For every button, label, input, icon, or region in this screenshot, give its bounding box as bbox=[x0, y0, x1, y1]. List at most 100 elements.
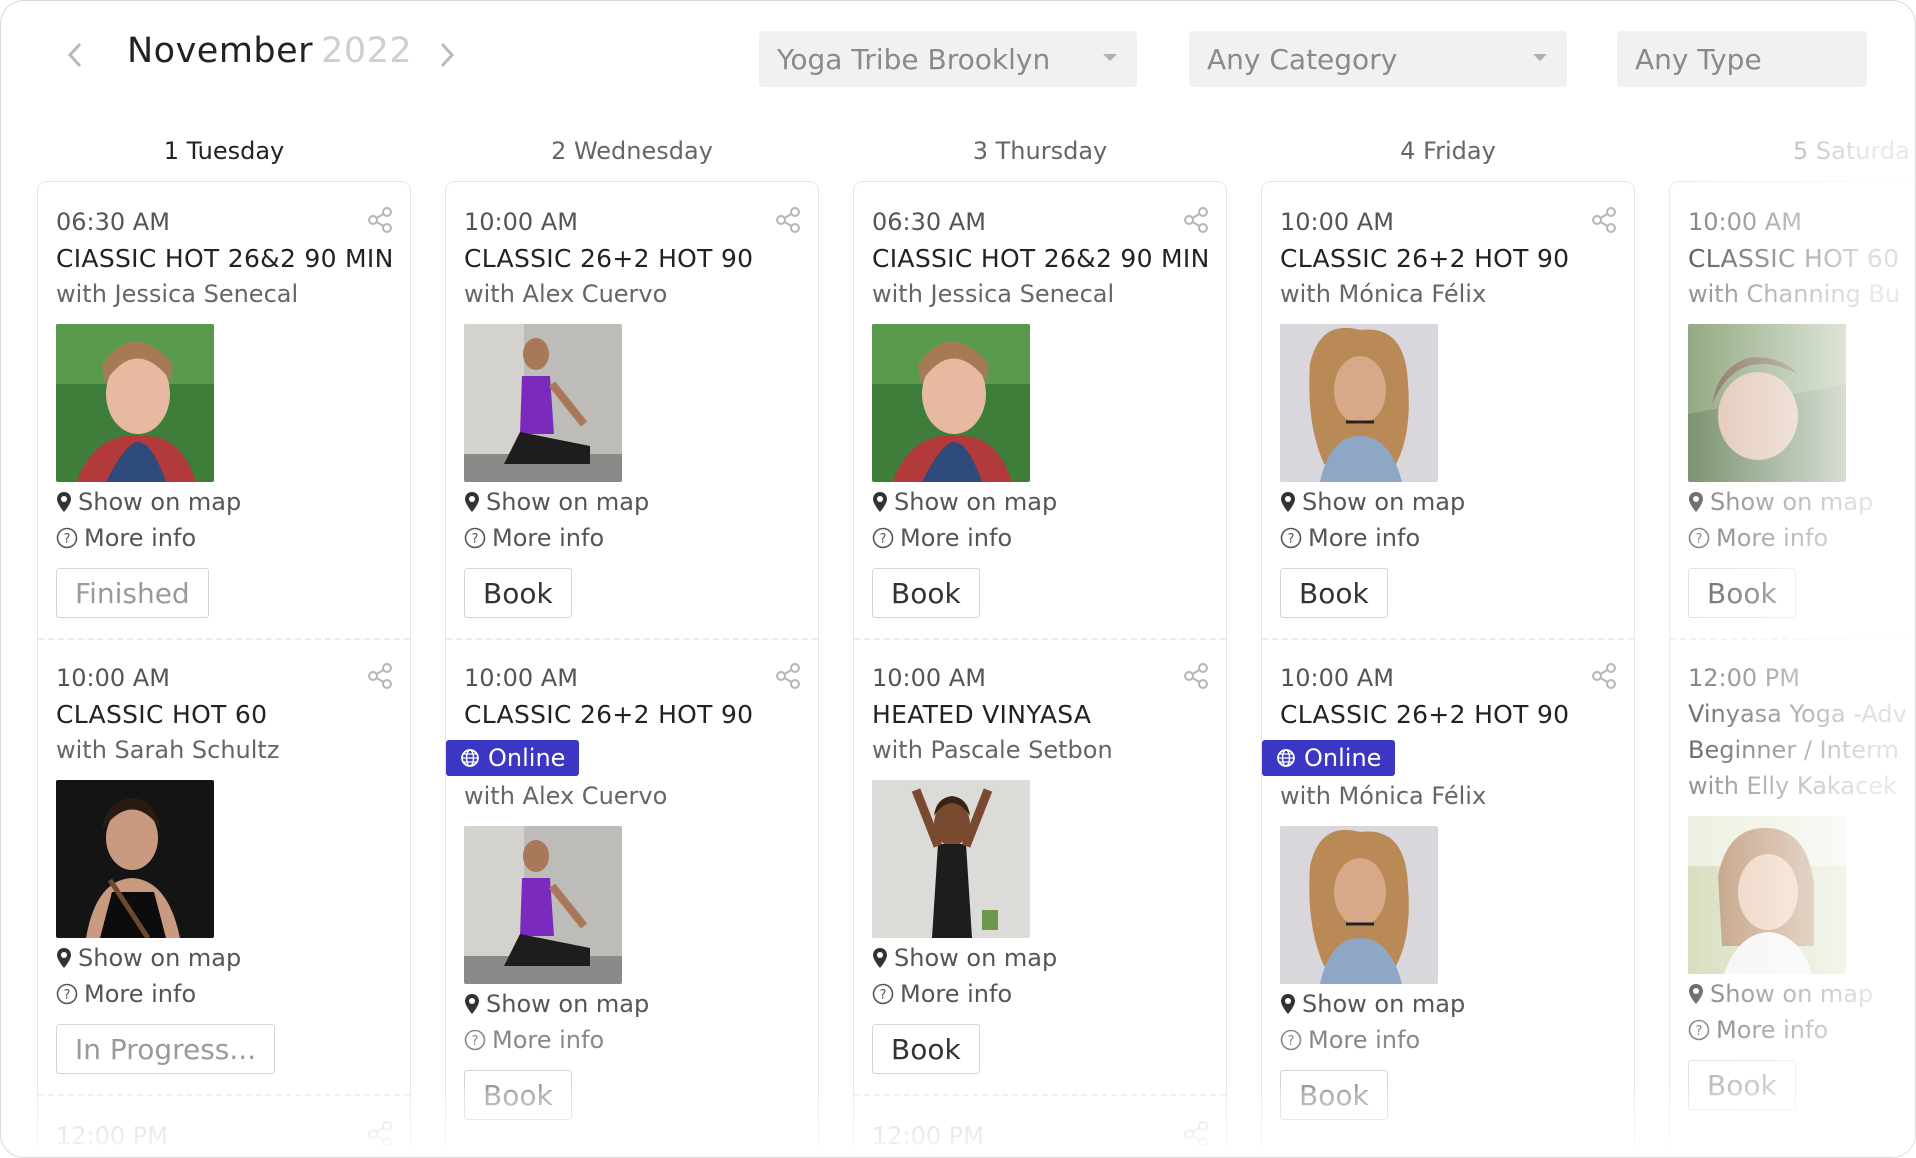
more-info-link[interactable]: ? More info bbox=[56, 980, 196, 1008]
class-title[interactable]: CLASSIC 26+2 HOT 90 bbox=[1280, 244, 1569, 273]
book-button[interactable]: Book bbox=[1280, 1070, 1388, 1120]
class-title[interactable]: CLASSIC 26+2 HOT 90 bbox=[464, 244, 753, 273]
teacher-name[interactable]: with Channing Bu bbox=[1688, 280, 1900, 308]
share-icon[interactable] bbox=[1182, 206, 1210, 234]
share-icon[interactable] bbox=[1590, 662, 1618, 690]
class-title[interactable]: CLASSIC HOT 60 bbox=[1688, 244, 1899, 273]
teacher-name[interactable]: with Alex Cuervo bbox=[464, 782, 667, 810]
class-time: 10:00 AM bbox=[1688, 208, 1802, 236]
share-icon[interactable] bbox=[1182, 662, 1210, 690]
class-title[interactable]: CIASSIC HOT 26&2 90 MIN bbox=[872, 244, 1210, 273]
share-icon[interactable] bbox=[774, 206, 802, 234]
card-divider bbox=[854, 638, 1226, 640]
more-info-label: More info bbox=[1716, 1016, 1829, 1044]
category-select[interactable]: Any Category bbox=[1189, 31, 1567, 87]
teacher-name[interactable]: with Elly Kakacek bbox=[1688, 772, 1897, 800]
chevron-left-icon[interactable] bbox=[55, 33, 95, 77]
location-select[interactable]: Yoga Tribe Brooklyn bbox=[759, 31, 1137, 87]
show-on-map-link[interactable]: Show on map bbox=[872, 944, 1057, 972]
map-pin-icon bbox=[1689, 984, 1703, 1004]
more-info-link[interactable]: ? More info bbox=[1688, 524, 1828, 552]
more-info-link[interactable]: ? More info bbox=[464, 524, 604, 552]
book-button[interactable]: Book bbox=[1280, 568, 1388, 618]
book-button[interactable]: Book bbox=[872, 568, 980, 618]
finished-button: Finished bbox=[56, 568, 209, 618]
month-label: November bbox=[127, 31, 314, 71]
class-time: 06:30 AM bbox=[872, 208, 986, 236]
book-button[interactable]: Book bbox=[1688, 1060, 1796, 1110]
globe-icon bbox=[1277, 749, 1295, 767]
card-divider bbox=[1262, 638, 1634, 640]
teacher-photo bbox=[1688, 324, 1846, 482]
svg-text:?: ? bbox=[64, 988, 71, 1003]
book-button[interactable]: Book bbox=[872, 1024, 980, 1074]
teacher-name[interactable]: with Mónica Félix bbox=[1280, 280, 1486, 308]
more-info-link[interactable]: ? More info bbox=[464, 1026, 604, 1054]
show-on-map-link[interactable]: Show on map bbox=[872, 488, 1057, 516]
map-pin-icon bbox=[57, 492, 71, 512]
class-title-line[interactable]: Vinyasa Yoga -Adv bbox=[1688, 700, 1907, 728]
show-on-map-link[interactable]: Show on map bbox=[1280, 488, 1465, 516]
class-title[interactable]: CIASSIC HOT 26&2 90 MIN bbox=[56, 244, 394, 273]
class-time: 10:00 AM bbox=[464, 208, 578, 236]
teacher-name[interactable]: with Mónica Félix bbox=[1280, 782, 1486, 810]
more-info-link[interactable]: ? More info bbox=[1688, 1016, 1828, 1044]
teacher-name[interactable]: with Pascale Setbon bbox=[872, 736, 1113, 764]
year-label: 2022 bbox=[321, 31, 413, 71]
map-pin-icon bbox=[465, 492, 479, 512]
more-info-link[interactable]: ? More info bbox=[1280, 524, 1420, 552]
type-select[interactable]: Any Type bbox=[1617, 31, 1867, 87]
svg-text:?: ? bbox=[880, 988, 887, 1003]
class-title[interactable]: HEATED VINYASA bbox=[872, 700, 1091, 729]
day-header: 2 Wednesday bbox=[551, 137, 713, 165]
show-on-map-label: Show on map bbox=[894, 944, 1058, 972]
more-info-link[interactable]: ? More info bbox=[1280, 1026, 1420, 1054]
teacher-name[interactable]: with Sarah Schultz bbox=[56, 736, 279, 764]
show-on-map-label: Show on map bbox=[486, 488, 650, 516]
share-icon[interactable] bbox=[1182, 1120, 1210, 1148]
question-circle-icon: ? bbox=[872, 527, 894, 549]
map-pin-icon bbox=[873, 492, 887, 512]
show-on-map-label: Show on map bbox=[486, 990, 650, 1018]
share-icon[interactable] bbox=[366, 662, 394, 690]
share-icon[interactable] bbox=[366, 206, 394, 234]
show-on-map-link[interactable]: Show on map bbox=[1688, 488, 1873, 516]
class-time: 10:00 AM bbox=[56, 664, 170, 692]
show-on-map-link[interactable]: Show on map bbox=[1280, 990, 1465, 1018]
chevron-right-icon[interactable] bbox=[427, 33, 467, 77]
show-on-map-link[interactable]: Show on map bbox=[464, 488, 649, 516]
more-info-label: More info bbox=[492, 1026, 605, 1054]
day-column: 06:30 AM CIASSIC HOT 26&2 90 MIN with Je… bbox=[37, 181, 411, 1157]
teacher-photo bbox=[464, 826, 622, 984]
card-divider bbox=[446, 638, 818, 640]
teacher-photo bbox=[1280, 324, 1438, 482]
show-on-map-link[interactable]: Show on map bbox=[56, 488, 241, 516]
book-button[interactable]: Book bbox=[464, 1070, 572, 1120]
class-title[interactable]: CLASSIC 26+2 HOT 90 bbox=[464, 700, 753, 729]
teacher-name[interactable]: with Jessica Senecal bbox=[56, 280, 298, 308]
share-icon[interactable] bbox=[366, 1120, 394, 1148]
teacher-photo bbox=[464, 324, 622, 482]
class-title-line[interactable]: Beginner / Interm bbox=[1688, 736, 1899, 764]
teacher-name[interactable]: with Jessica Senecal bbox=[872, 280, 1114, 308]
question-circle-icon: ? bbox=[872, 983, 894, 1005]
more-info-link[interactable]: ? More info bbox=[56, 524, 196, 552]
class-title[interactable]: CLASSIC 26+2 HOT 90 bbox=[1280, 700, 1569, 729]
type-select-value: Any Type bbox=[1635, 42, 1762, 76]
share-icon[interactable] bbox=[1590, 206, 1618, 234]
more-info-link[interactable]: ? More info bbox=[872, 980, 1012, 1008]
card-divider bbox=[854, 1094, 1226, 1096]
show-on-map-link[interactable]: Show on map bbox=[1688, 980, 1873, 1008]
book-button[interactable]: Book bbox=[464, 568, 572, 618]
class-title[interactable]: CLASSIC HOT 60 bbox=[56, 700, 267, 729]
book-button[interactable]: Book bbox=[1688, 568, 1796, 618]
teacher-name[interactable]: with Alex Cuervo bbox=[464, 280, 667, 308]
show-on-map-link[interactable]: Show on map bbox=[464, 990, 649, 1018]
more-info-link[interactable]: ? More info bbox=[872, 524, 1012, 552]
class-time: 12:00 PM bbox=[1688, 664, 1800, 692]
svg-text:?: ? bbox=[1696, 1024, 1703, 1039]
more-info-label: More info bbox=[1716, 524, 1829, 552]
share-icon[interactable] bbox=[774, 662, 802, 690]
show-on-map-link[interactable]: Show on map bbox=[56, 944, 241, 972]
question-circle-icon: ? bbox=[1280, 527, 1302, 549]
